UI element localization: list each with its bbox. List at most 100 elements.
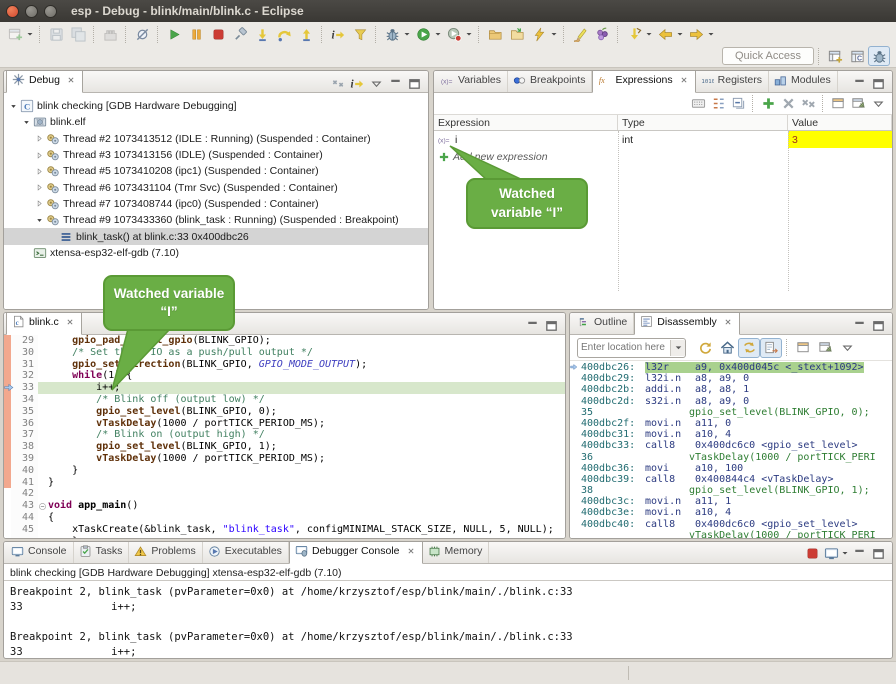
debug-tree-item[interactable]: Thread #9 1073433360 (blink_task : Runni… [4,212,428,228]
dropdown-arrow-icon[interactable] [676,24,685,44]
tab-modules[interactable]: Modules [769,70,838,92]
new-wizard-icon[interactable] [4,24,26,44]
step-into-icon[interactable] [251,24,273,44]
forward-icon[interactable] [685,24,707,44]
debug-tree-item[interactable]: Thread #6 1073431104 (Tmr Svc) (Suspende… [4,179,428,195]
grapes-icon[interactable] [591,24,613,44]
tab-disassembly[interactable]: Disassembly [634,312,740,335]
tab-debugger-console[interactable]: Debugger Console [289,541,423,564]
save-all-icon[interactable] [67,24,89,44]
quick-access-button[interactable]: Quick Access [722,47,814,65]
tab-expressions[interactable]: fxExpressions [592,70,695,93]
column-header-expression[interactable]: Expression [434,115,618,130]
home-icon[interactable] [716,338,738,358]
minimize-icon[interactable] [386,74,405,92]
pin-view-icon[interactable] [814,338,836,358]
resume-icon[interactable] [163,24,185,44]
fold-minus-icon[interactable] [38,500,48,512]
expander-open-icon[interactable] [21,118,32,127]
open-folder2-icon[interactable] [506,24,528,44]
close-tab-icon[interactable] [66,75,76,85]
close-tab-icon[interactable] [65,317,75,327]
close-tab-icon[interactable] [723,317,733,327]
view-menu-icon[interactable] [836,338,858,358]
column-header-type[interactable]: Type [618,115,788,130]
tab-breakpoints[interactable]: Breakpoints [508,70,592,92]
close-tab-icon[interactable] [679,75,689,85]
brush-icon[interactable] [569,24,591,44]
expander-closed-icon[interactable] [34,183,45,192]
skip-breakpoints-icon[interactable] [131,24,153,44]
remove-all-expressions-icon[interactable] [798,95,818,113]
debug-tree-item[interactable]: blink_task() at blink.c:33 0x400dbc26 [4,228,428,244]
instruction-stepping-icon[interactable]: i [348,74,367,92]
build-icon[interactable] [99,24,121,44]
maximize-icon[interactable] [405,74,424,92]
terminate-icon[interactable] [207,24,229,44]
minimize-icon[interactable] [523,316,542,334]
column-header-value[interactable]: Value [788,115,892,130]
cpp-perspective-icon[interactable]: C [846,46,868,66]
debug-tree-item[interactable]: Thread #3 1073413156 (IDLE) (Suspended :… [4,147,428,163]
location-dropdown-icon[interactable] [670,340,685,356]
code-editor[interactable]: 29 gpio_pad_select_gpio(BLINK_GPIO);30 /… [4,335,565,539]
window-maximize-button[interactable] [44,5,57,18]
disassembly-code[interactable]: 400dbc26:l32ra9, 0x400d045c <_stext+1092… [570,361,892,539]
new-view-icon[interactable] [828,95,848,113]
show-logical-structure-icon[interactable] [708,95,728,113]
close-tab-icon[interactable] [406,546,416,556]
save-icon[interactable] [45,24,67,44]
instruction-stepping-icon[interactable]: i [327,24,349,44]
dropdown-arrow-icon[interactable] [645,24,654,44]
expander-closed-icon[interactable] [34,151,45,160]
refresh-icon[interactable] [694,338,716,358]
open-perspective-icon[interactable] [824,46,846,66]
debug-perspective-icon[interactable] [868,46,890,66]
step-filters-icon[interactable] [349,24,371,44]
debug-icon[interactable] [381,24,403,44]
tab-console[interactable]: Console [6,541,74,563]
location-input[interactable] [578,342,670,353]
add-expression-icon[interactable] [758,95,778,113]
open-folder-icon[interactable] [484,24,506,44]
step-return-icon[interactable] [295,24,317,44]
debug-tree-item[interactable]: blink.elf [4,114,428,130]
view-menu-icon[interactable] [367,74,386,92]
maximize-icon[interactable] [869,74,888,92]
sync-pc-icon[interactable] [738,338,760,358]
tab-blink-c[interactable]: cblink.c [6,312,82,335]
maximize-icon[interactable] [869,316,888,334]
minimize-icon[interactable] [850,74,869,92]
debug-tree-item[interactable]: xtensa-esp32-elf-gdb (7.10) [4,245,428,261]
back-icon[interactable] [654,24,676,44]
expander-open-icon[interactable] [34,216,45,225]
suspend-icon[interactable] [185,24,207,44]
minimize-icon[interactable] [850,316,869,334]
debug-tree-item[interactable]: Thread #2 1073413512 (IDLE : Running) (S… [4,131,428,147]
dropdown-arrow-icon[interactable] [26,24,35,44]
dropdown-arrow-icon[interactable] [434,24,443,44]
collapse-all-icon[interactable] [728,95,748,113]
tab-memory[interactable]: Memory [423,541,490,563]
tab-problems[interactable]: Problems [129,541,202,563]
show-source-icon[interactable] [760,338,782,358]
external-tools-icon[interactable] [443,24,465,44]
new-view-icon[interactable] [792,338,814,358]
window-minimize-button[interactable] [25,5,38,18]
location-combo[interactable] [577,338,686,358]
tab-outline[interactable]: Outline [572,312,634,334]
show-type-names-icon[interactable] [688,95,708,113]
run-icon[interactable] [412,24,434,44]
expander-closed-icon[interactable] [34,134,45,143]
maximize-icon[interactable] [869,544,888,562]
step-over-icon[interactable] [273,24,295,44]
dropdown-arrow-icon[interactable] [841,543,850,563]
tab-debug[interactable]: Debug [6,70,83,93]
remove-expression-icon[interactable] [778,95,798,113]
expander-closed-icon[interactable] [34,199,45,208]
tab-executables[interactable]: Executables [203,541,289,563]
dropdown-arrow-icon[interactable] [550,24,559,44]
view-menu-icon[interactable] [868,95,888,113]
disconnect-icon[interactable] [229,24,251,44]
pin-view-icon[interactable] [848,95,868,113]
